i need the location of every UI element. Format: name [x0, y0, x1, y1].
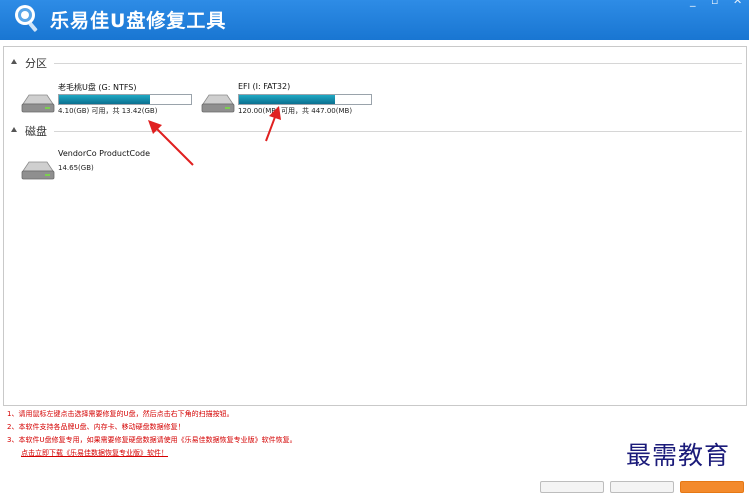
scan-button[interactable]: [680, 481, 744, 493]
annotation-arrow: [148, 120, 194, 166]
download-pro-link[interactable]: 点击立即下载《乐易佳数据恢复专业版》软件！: [21, 447, 297, 460]
instruction-notes: 1、请用鼠标左键点击选择需要修复的U盘，然后点击右下角的扫描按钮。 2、本软件支…: [7, 408, 297, 460]
bottom-button[interactable]: [610, 481, 674, 493]
instruction-line: 1、请用鼠标左键点击选择需要修复的U盘，然后点击右下角的扫描按钮。: [7, 410, 234, 418]
instruction-line: 3、本软件U盘修复专用，如果需要修复硬盘数据请使用《乐易佳数据恢复专业版》软件恢…: [7, 436, 297, 444]
instruction-line: 2、本软件支持各品牌U盘、内存卡、移动硬盘数据修复！: [7, 423, 185, 431]
annotation-arrow: [265, 106, 281, 142]
bottom-button[interactable]: [540, 481, 604, 493]
watermark: 最需教育: [626, 441, 731, 470]
